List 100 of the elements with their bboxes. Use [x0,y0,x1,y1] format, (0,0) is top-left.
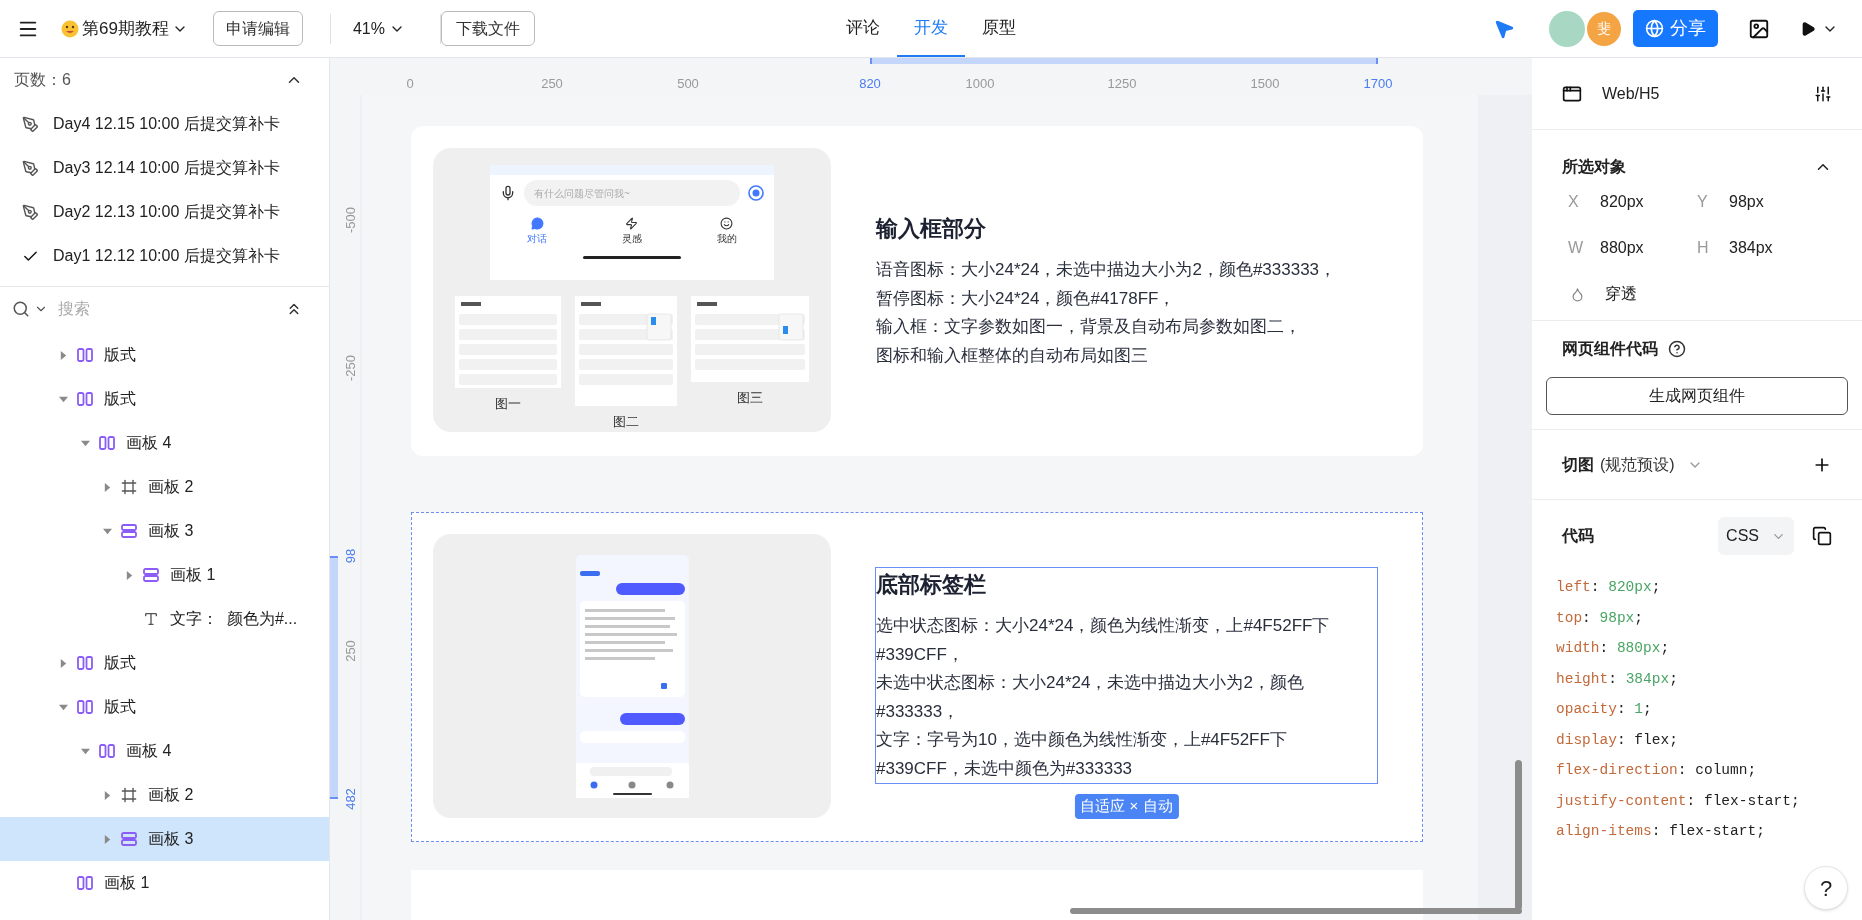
generate-component-button[interactable]: 生成网页组件 [1546,377,1848,415]
code-line: opacity: 1; [1556,700,1653,719]
rows-icon [143,568,159,582]
blend-mode: 穿透 [1605,284,1637,304]
property-label: W [1568,238,1582,258]
layer-item[interactable]: 画板 4 [0,421,329,465]
layer-name: 画板 4 [126,741,172,761]
file-name-menu[interactable]: 第69期教程 [82,15,188,42]
smiley-icon [720,217,734,230]
layer-name: 画板 1 [170,565,216,585]
figure-caption: 图一 [495,395,521,413]
layer-name: 版式 [104,653,136,673]
layer-item[interactable]: 画板 3 [0,817,329,861]
spec-text: 暂停图标：大小24*24，颜色#4178FF， [876,287,1177,310]
copy-icon[interactable] [1812,526,1832,546]
layer-name: 版式 [104,697,136,717]
caret-right-icon[interactable] [102,482,112,492]
layer-item[interactable]: 画板 3 [0,509,329,553]
search-field[interactable]: 搜索 [58,297,281,321]
property-label: Y [1697,192,1709,212]
spec-text: 图标和输入框整体的自动布局如图三 [876,344,1149,367]
caret-down-icon[interactable] [58,702,68,712]
mode-tab[interactable]: 评论 [829,0,897,57]
slice-preset: (规范预设) [1600,454,1675,475]
sliders-icon[interactable] [1814,84,1832,103]
caret-right-icon[interactable] [58,350,68,360]
caret-down-icon[interactable] [80,746,90,756]
page-item[interactable]: Day2 12.13 10:00 后提交算补卡 [53,200,280,224]
ruler-label: 820 [859,75,881,93]
tab-label: 灵感 [622,232,642,246]
caret-down-icon[interactable] [58,394,68,404]
help-icon[interactable] [1668,340,1686,358]
size-badge: 自适应 × 自动 [1074,794,1179,819]
download-button[interactable]: 下载文件 [440,11,535,46]
property-value: 98px [1729,192,1764,212]
page-item[interactable]: Day1 12.12 10:00 后提交算补卡 [53,244,280,268]
section-title: 输入框部分 [876,215,987,243]
code-line: align-items: flex-start; [1556,822,1766,841]
layer-name: 文字： 颜色为#... [170,609,298,629]
caret-right-icon[interactable] [102,834,112,844]
globe-icon [1645,19,1664,38]
request-edit-button[interactable]: 申请编辑 [212,11,303,46]
layer-item[interactable]: 版式 [0,641,329,685]
spec-text: 语音图标：大小24*24，未选中描边大小为2，颜色#333333， [876,259,1338,281]
mic-icon [500,185,516,201]
pages-count: 页数：6 [14,70,71,90]
share-button[interactable]: 分享 [1633,10,1718,47]
user-avatar: 斐 [1587,11,1621,46]
layer-item[interactable]: 版式 [0,377,329,421]
page-item[interactable]: Day4 12.15 10:00 后提交算补卡 [53,112,280,136]
spec-text: 文字：字号为10，选中颜色为线性渐变，上#4F52FF下#339CFF，未选中颜色为#333333 [876,729,1288,780]
caret-down-icon[interactable] [80,438,90,448]
text-icon [143,611,159,627]
layer-name: 画板 1 [104,873,150,893]
layer-item[interactable]: 画板 4 [0,729,329,773]
ruler-label: 250 [541,75,563,93]
caret-down-icon[interactable] [102,526,112,536]
code-line: height: 384px; [1556,669,1679,689]
vertical-scrollbar[interactable] [1515,760,1522,910]
tab-label: 我的 [716,232,737,246]
image-icon[interactable] [1748,17,1770,40]
code-line: justify-content: flex-start; [1556,791,1801,811]
layer-item[interactable]: 画板 2 [0,773,329,817]
layer-name: 画板 4 [126,433,172,453]
rows-icon [121,832,137,846]
ruler-label: -250 [342,355,360,381]
layer-item[interactable]: 版式 [0,333,329,377]
ruler-label: 500 [677,75,699,93]
figure-caption: 图二 [613,413,639,431]
ruler-label: 482 [342,788,360,810]
search-icon[interactable] [12,300,30,318]
frame-icon [121,787,137,803]
property-value: 820px [1600,192,1644,212]
property-value: 384px [1729,238,1773,258]
caret-right-icon[interactable] [124,570,134,580]
horizontal-scrollbar[interactable] [1070,908,1522,914]
ruler-label: 1500 [1250,75,1280,93]
mode-tab[interactable]: 原型 [965,0,1033,57]
caret-right-icon[interactable] [102,790,112,800]
property-value: 880px [1600,238,1644,258]
frame-icon [121,479,137,495]
page-item[interactable]: Day3 12.14 10:00 后提交算补卡 [53,156,280,180]
ruler-label: 1000 [965,75,995,93]
layer-item[interactable]: 画板 1 [0,553,329,597]
property-label: H [1697,238,1710,258]
columns-icon [99,436,115,450]
layer-item[interactable]: 画板 1 [0,861,329,905]
help-button[interactable]: ? [1804,866,1848,910]
layer-name: 版式 [104,345,136,365]
ruler-label: 250 [342,640,360,662]
platform-label: Web/H5 [1602,83,1660,104]
layer-item[interactable]: 画板 2 [0,465,329,509]
zoom-menu[interactable]: 41% [352,16,405,41]
layer-item[interactable]: 版式 [0,685,329,729]
code-line: display: flex; [1556,730,1679,750]
layer-item[interactable]: 文字： 颜色为#... [0,597,329,641]
code-line: top: 98px; [1556,608,1645,628]
ruler-label: 98 [342,548,360,564]
language-select[interactable]: CSS [1718,517,1794,555]
caret-right-icon[interactable] [58,658,68,668]
